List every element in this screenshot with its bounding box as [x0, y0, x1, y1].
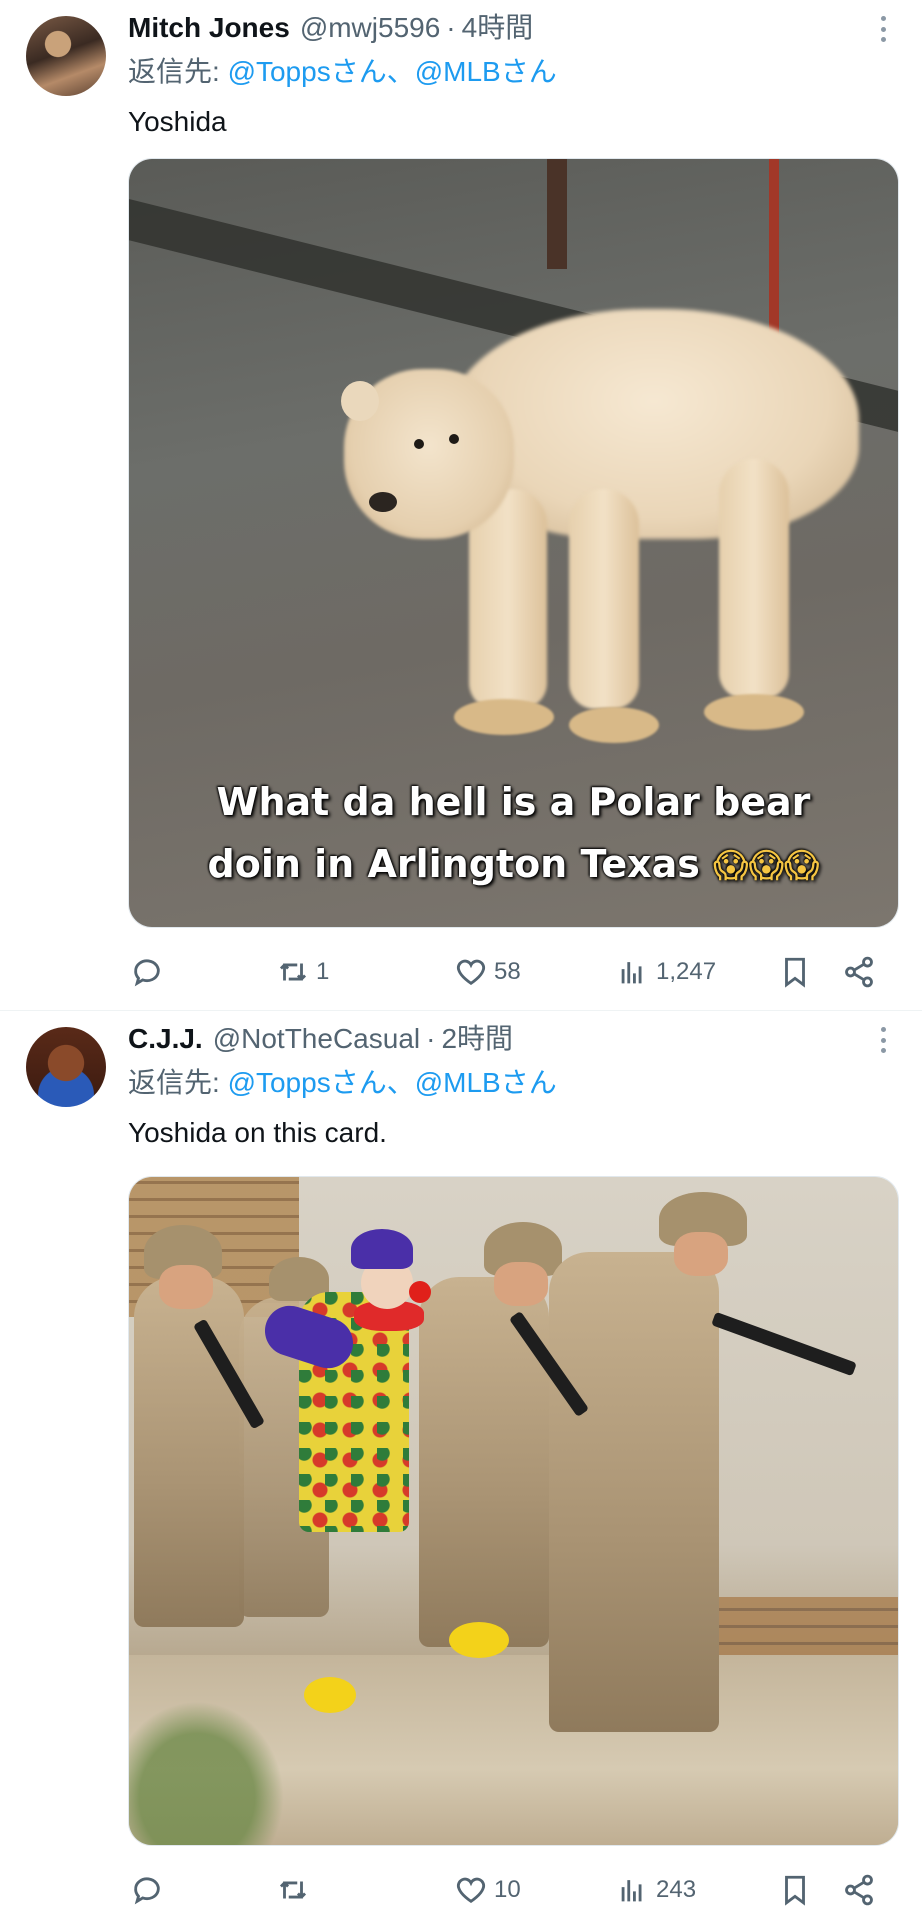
reply-mentions[interactable]: @Toppsさん、@MLBさん: [228, 1067, 557, 1098]
tweet-media-image[interactable]: [128, 1176, 899, 1846]
retweet-count: 1: [316, 958, 330, 985]
share-button[interactable]: [842, 947, 876, 997]
views-icon: [621, 1880, 642, 1902]
author-handle[interactable]: @mwj5596: [300, 8, 440, 48]
soldier: [549, 1252, 719, 1732]
share-icon: [845, 956, 873, 988]
view-count: 1,247: [656, 958, 717, 985]
share-icon: [845, 1874, 873, 1906]
tweet-actions: 10 243: [128, 1865, 899, 1915]
bookmark-button[interactable]: [778, 947, 812, 997]
heart-icon: [456, 959, 486, 986]
views-button[interactable]: 1,247: [616, 947, 716, 997]
more-icon[interactable]: [878, 14, 888, 44]
author-handle[interactable]: @NotTheCasual: [213, 1019, 420, 1059]
bookmark-button[interactable]: [778, 1865, 812, 1915]
heart-icon: [456, 1877, 486, 1904]
soldier: [134, 1277, 244, 1627]
reply-prefix: 返信先:: [128, 1067, 228, 1098]
reply-context: 返信先: @Toppsさん、@MLBさん: [128, 52, 557, 92]
retweet-button[interactable]: 1: [276, 947, 329, 997]
share-button[interactable]: [842, 1865, 876, 1915]
retweet-icon: [279, 963, 307, 981]
like-count: 58: [494, 958, 521, 985]
separator: ·: [446, 12, 456, 43]
view-count: 243: [656, 1876, 697, 1903]
reply-button[interactable]: [130, 947, 170, 997]
meme-caption: What da hell is a Polar bear doin in Arl…: [129, 771, 898, 897]
tweet-header: Mitch Jones @mwj5596 · 4時間: [128, 8, 533, 48]
tweet[interactable]: Mitch Jones @mwj5596 · 4時間 返信先: @Toppsさん…: [0, 0, 922, 1010]
tweet-text: Yoshida on this card.: [128, 1117, 387, 1148]
separator: ·: [426, 1023, 436, 1054]
more-icon[interactable]: [878, 1025, 888, 1055]
reply-icon: [134, 959, 160, 987]
timestamp[interactable]: 4時間: [462, 8, 534, 48]
like-button[interactable]: 58: [454, 947, 521, 997]
avatar[interactable]: [26, 16, 106, 96]
tweet-actions: 1 58 1,247: [128, 947, 899, 997]
emoji: 😱😱😱: [713, 846, 820, 886]
timestamp[interactable]: 2時間: [441, 1019, 513, 1059]
reply-icon: [134, 1877, 160, 1905]
reply-prefix: 返信先:: [128, 56, 228, 87]
reply-button[interactable]: [130, 1865, 170, 1915]
views-button[interactable]: 243: [616, 1865, 696, 1915]
tweet-media-image[interactable]: What da hell is a Polar bear doin in Arl…: [128, 158, 899, 928]
tweet-header: C.J.J. @NotTheCasual · 2時間: [128, 1019, 513, 1059]
views-icon: [621, 962, 642, 984]
like-button[interactable]: 10: [454, 1865, 521, 1915]
like-count: 10: [494, 1876, 521, 1903]
reply-mentions[interactable]: @Toppsさん、@MLBさん: [228, 56, 557, 87]
bookmark-icon: [785, 957, 805, 988]
author-name[interactable]: C.J.J.: [128, 1019, 203, 1059]
meme-caption-line: doin in Arlington Texas: [207, 842, 700, 886]
retweet-icon: [279, 1881, 307, 1899]
avatar[interactable]: [26, 1027, 106, 1107]
retweet-button[interactable]: [276, 1865, 316, 1915]
author-name[interactable]: Mitch Jones: [128, 8, 290, 48]
reply-context: 返信先: @Toppsさん、@MLBさん: [128, 1063, 557, 1103]
bookmark-icon: [785, 1875, 805, 1906]
meme-caption-line: What da hell is a Polar bear: [216, 780, 811, 824]
tweet-text: Yoshida: [128, 106, 227, 137]
